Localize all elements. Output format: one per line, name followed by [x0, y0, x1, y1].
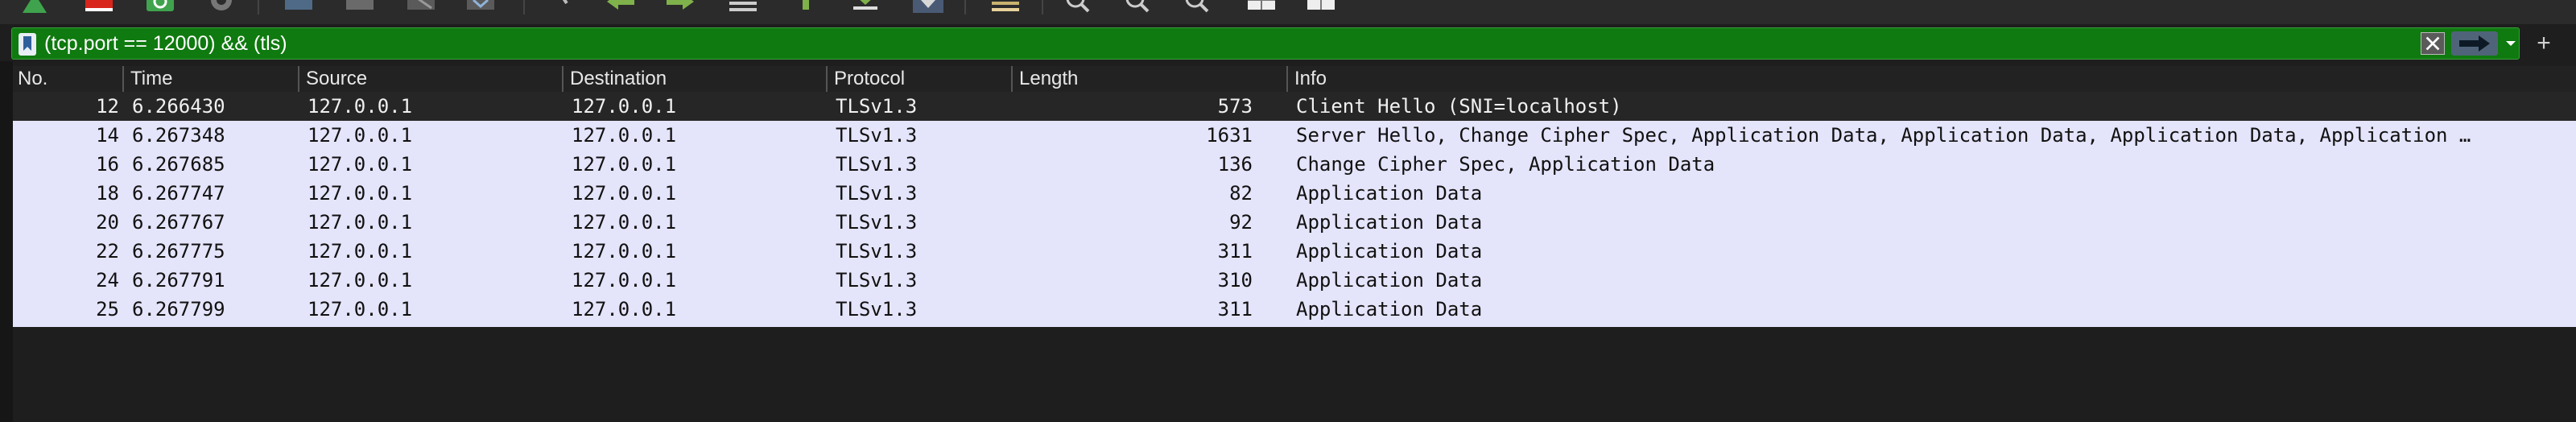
- packet-source: 127.0.0.1: [308, 124, 413, 147]
- packet-protocol: TLSv1.3: [836, 269, 918, 292]
- packet-no: 14: [96, 124, 119, 147]
- packet-protocol: TLSv1.3: [836, 182, 918, 205]
- packet-length: 311: [1217, 240, 1253, 263]
- packet-row[interactable]: 14 6.267348 127.0.0.1 127.0.0.1 TLSv1.3 …: [13, 121, 2576, 150]
- start-capture-icon[interactable]: [19, 0, 50, 13]
- zoom-in-icon[interactable]: [1063, 0, 1093, 13]
- go-last-icon[interactable]: [850, 0, 881, 13]
- toolbar-separator: [523, 0, 525, 14]
- packet-protocol: TLSv1.3: [836, 95, 918, 118]
- column-header-source[interactable]: Source: [298, 66, 562, 92]
- save-file-icon[interactable]: [345, 0, 375, 13]
- packet-list-header: No. Time Source Destination Protocol Len…: [13, 66, 2576, 92]
- packet-source: 127.0.0.1: [308, 95, 413, 118]
- packet-info: Application Data: [1296, 182, 1483, 205]
- packet-no: 20: [96, 211, 119, 234]
- columns-icon[interactable]: [1306, 0, 1336, 13]
- reload-file-icon[interactable]: [465, 0, 496, 13]
- packet-protocol: TLSv1.3: [836, 124, 918, 147]
- autoscroll-icon[interactable]: [913, 0, 943, 13]
- packet-destination: 127.0.0.1: [572, 211, 677, 234]
- column-header-length[interactable]: Length: [1011, 66, 1286, 92]
- go-to-packet-icon[interactable]: [728, 0, 758, 13]
- packet-list: No. Time Source Destination Protocol Len…: [13, 66, 2576, 327]
- main-toolbar: [0, 0, 2576, 24]
- open-file-icon[interactable]: [283, 0, 314, 13]
- packet-protocol: TLSv1.3: [836, 211, 918, 234]
- apply-filter-arrow-icon[interactable]: [2451, 31, 2498, 56]
- packet-info: Client Hello (SNI=localhost): [1296, 95, 1622, 118]
- packet-source: 127.0.0.1: [308, 240, 413, 263]
- packet-row[interactable]: 22 6.267775 127.0.0.1 127.0.0.1 TLSv1.3 …: [13, 237, 2576, 266]
- resize-columns-icon[interactable]: [1246, 0, 1277, 13]
- packet-no: 25: [96, 298, 119, 321]
- packet-info: Application Data: [1296, 269, 1483, 292]
- go-first-icon[interactable]: [791, 0, 821, 13]
- packet-destination: 127.0.0.1: [572, 153, 677, 176]
- packet-destination: 127.0.0.1: [572, 298, 677, 321]
- clear-filter-icon[interactable]: [2421, 32, 2445, 55]
- packet-source: 127.0.0.1: [308, 182, 413, 205]
- display-filter-input[interactable]: (tcp.port == 12000) && (tls): [44, 28, 287, 59]
- packet-length: 1631: [1206, 124, 1253, 147]
- packet-no: 18: [96, 182, 119, 205]
- packet-source: 127.0.0.1: [308, 298, 413, 321]
- close-file-icon[interactable]: [406, 0, 436, 13]
- go-forward-icon[interactable]: [665, 0, 696, 13]
- packet-destination: 127.0.0.1: [572, 124, 677, 147]
- packet-info: Server Hello, Change Cipher Spec, Applic…: [1296, 124, 2471, 147]
- packet-destination: 127.0.0.1: [572, 182, 677, 205]
- packet-no: 22: [96, 240, 119, 263]
- column-header-info[interactable]: Info: [1286, 66, 2576, 92]
- packet-source: 127.0.0.1: [308, 153, 413, 176]
- capture-options-icon[interactable]: [206, 0, 237, 13]
- packet-no: 24: [96, 269, 119, 292]
- packet-source: 127.0.0.1: [308, 269, 413, 292]
- packet-info: Application Data: [1296, 211, 1483, 234]
- packet-protocol: TLSv1.3: [836, 153, 918, 176]
- stop-capture-icon[interactable]: [84, 0, 114, 13]
- zoom-normal-icon[interactable]: [1182, 0, 1212, 13]
- column-header-protocol[interactable]: Protocol: [826, 66, 1011, 92]
- column-header-time[interactable]: Time: [122, 66, 298, 92]
- bookmark-icon[interactable]: [19, 33, 36, 56]
- packet-info: Application Data: [1296, 298, 1483, 321]
- packet-row[interactable]: 25 6.267799 127.0.0.1 127.0.0.1 TLSv1.3 …: [13, 295, 2576, 324]
- packet-row[interactable]: 18 6.267747 127.0.0.1 127.0.0.1 TLSv1.3 …: [13, 179, 2576, 208]
- packet-length: 311: [1217, 298, 1253, 321]
- go-back-icon[interactable]: [605, 0, 636, 13]
- packet-length: 92: [1229, 211, 1253, 234]
- packet-length: 310: [1217, 269, 1253, 292]
- restart-capture-icon[interactable]: [145, 0, 175, 13]
- packet-destination: 127.0.0.1: [572, 269, 677, 292]
- add-filter-button[interactable]: +: [2528, 27, 2560, 60]
- toolbar-separator: [1042, 0, 1043, 14]
- packet-destination: 127.0.0.1: [572, 95, 677, 118]
- packet-no: 12: [96, 95, 119, 118]
- packet-info: Change Cipher Spec, Application Data: [1296, 153, 1715, 176]
- packet-length: 573: [1217, 95, 1253, 118]
- packet-row[interactable]: 16 6.267685 127.0.0.1 127.0.0.1 TLSv1.3 …: [13, 150, 2576, 179]
- filter-history-dropdown-icon[interactable]: [2503, 31, 2519, 56]
- packet-protocol: TLSv1.3: [836, 298, 918, 321]
- toolbar-separator: [964, 0, 966, 14]
- packet-no: 16: [96, 153, 119, 176]
- packet-row[interactable]: 12 6.266430 127.0.0.1 127.0.0.1 TLSv1.3 …: [13, 92, 2576, 121]
- packet-destination: 127.0.0.1: [572, 240, 677, 263]
- column-header-destination[interactable]: Destination: [562, 66, 826, 92]
- toolbar-separator: [258, 0, 259, 14]
- left-panel-edge: [0, 61, 13, 422]
- colorize-icon[interactable]: [990, 0, 1021, 13]
- display-filter-bar: (tcp.port == 12000) && (tls): [11, 27, 2520, 60]
- packet-length: 82: [1229, 182, 1253, 205]
- packet-protocol: TLSv1.3: [836, 240, 918, 263]
- packet-row[interactable]: 20 6.267767 127.0.0.1 127.0.0.1 TLSv1.3 …: [13, 208, 2576, 237]
- packet-info: Application Data: [1296, 240, 1483, 263]
- column-header-no[interactable]: No.: [13, 66, 122, 92]
- packet-source: 127.0.0.1: [308, 211, 413, 234]
- find-packet-icon[interactable]: [547, 0, 578, 13]
- zoom-out-icon[interactable]: [1122, 0, 1153, 13]
- packet-length: 136: [1217, 153, 1253, 176]
- packet-row[interactable]: 24 6.267791 127.0.0.1 127.0.0.1 TLSv1.3 …: [13, 266, 2576, 295]
